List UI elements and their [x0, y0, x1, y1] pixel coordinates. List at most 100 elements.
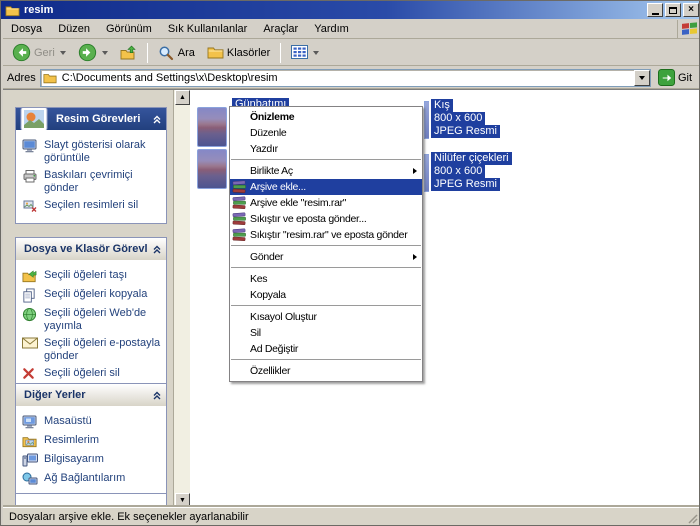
file-name[interactable]: Nilüfer çiçekleri: [431, 152, 512, 165]
context-menu-item-arsive-ekle[interactable]: Arşive ekle...: [230, 179, 422, 195]
toolbar: Geri Ara Klasörler: [3, 40, 699, 66]
menu-item-label: Önizleme: [250, 111, 294, 123]
file-name[interactable]: Kış: [431, 99, 453, 112]
sidebar-item-label: Seçili öğeleri e-postayla gönder: [44, 337, 164, 363]
context-menu-item-kes[interactable]: Kes: [230, 271, 422, 287]
context-menu-item-ad-degistir[interactable]: Ad Değiştir: [230, 341, 422, 357]
menu-item-label: Düzenle: [250, 127, 286, 139]
address-input[interactable]: C:\Documents and Settings\x\Desktop\resi…: [40, 69, 651, 87]
sidebar-item-masaustu[interactable]: Masaüstü: [22, 415, 164, 430]
folders-button[interactable]: Klasörler: [202, 41, 275, 65]
menu-item-label: Ad Değiştir: [250, 343, 298, 355]
close-button[interactable]: ×: [683, 3, 699, 17]
context-menu-item-ozellikler[interactable]: Özellikler: [230, 363, 422, 379]
network-icon: [22, 472, 39, 487]
context-menu-item-birlikte-ac[interactable]: Birlikte Aç: [230, 163, 422, 179]
context-menu-item-yazdir[interactable]: Yazdır: [230, 141, 422, 157]
menu-item-label: Arşive ekle...: [250, 181, 306, 193]
menu-separator: [231, 305, 421, 307]
section-header-resim-gorevleri[interactable]: Resim Görevleri: [16, 108, 166, 130]
file-icon-edge: [424, 154, 429, 192]
sidebar-item-bilgisayarim[interactable]: Bilgisayarım: [22, 453, 164, 468]
forward-dropdown-icon[interactable]: [102, 51, 108, 55]
menu-yardim[interactable]: Yardım: [306, 21, 357, 37]
file-list-area[interactable]: Günbatımı Kış 800 x 600 JPEG Resmi Nilüf…: [190, 90, 699, 508]
search-button[interactable]: Ara: [153, 41, 200, 65]
sidebar-item-ag-baglantilarim[interactable]: Ağ Bağlantılarım: [22, 472, 164, 487]
context-menu-item-sikistir-resim-rar-eposta[interactable]: Sıkıştır "resim.rar" ve eposta gönder: [230, 227, 422, 243]
menu-sik-kullanilanlar[interactable]: Sık Kullanılanlar: [160, 21, 256, 37]
context-menu: Önizleme Düzenle Yazdır Birlikte Aç Arşi…: [229, 106, 423, 382]
context-menu-item-kopyala[interactable]: Kopyala: [230, 287, 422, 303]
menu-duzen[interactable]: Düzen: [50, 21, 98, 37]
context-menu-item-gonder[interactable]: Gönder: [230, 249, 422, 265]
section-header-dosya-klasor[interactable]: Dosya ve Klasör Görevl: [16, 238, 166, 260]
menu-item-label: Birlikte Aç: [250, 165, 293, 177]
copy-icon: [22, 288, 39, 303]
sidebar-item-label: Seçili öğeleri taşı: [44, 269, 127, 284]
my-computer-icon: [22, 453, 39, 468]
chevron-up-icon[interactable]: [152, 244, 162, 254]
forward-icon: [78, 43, 97, 62]
titlebar[interactable]: resim ×: [1, 1, 700, 19]
context-menu-item-kisayol-olustur[interactable]: Kısayol Oluştur: [230, 309, 422, 325]
maximize-button[interactable]: [665, 3, 681, 17]
chevron-up-icon[interactable]: [152, 390, 162, 400]
forward-button[interactable]: [73, 41, 113, 65]
back-button[interactable]: Geri: [7, 41, 71, 65]
minimize-button[interactable]: [647, 3, 663, 17]
scroll-down-button[interactable]: ▼: [175, 493, 190, 508]
sidebar-item-secilen-resimleri-sil[interactable]: Seçilen resimleri sil: [22, 199, 164, 214]
sidebar-item-tasi[interactable]: Seçili öğeleri taşı: [22, 269, 164, 284]
context-menu-item-arsive-ekle-resim-rar[interactable]: Arşive ekle "resim.rar": [230, 195, 422, 211]
sidebar-item-baskilari-gonder[interactable]: Baskıları çevrimiçi gönder: [22, 169, 164, 195]
sidebar-item-label: Baskıları çevrimiçi gönder: [44, 169, 164, 195]
sidebar-scrollbar[interactable]: ▲ ▼: [173, 90, 190, 508]
sidebar-item-slayt-gosterisi[interactable]: Slayt gösterisi olarak görüntüle: [22, 139, 164, 165]
back-icon: [12, 43, 31, 62]
views-dropdown-icon[interactable]: [313, 51, 319, 55]
windows-logo-icon: [677, 20, 699, 38]
go-button[interactable]: Git: [655, 68, 695, 88]
address-dropdown-button[interactable]: [634, 70, 650, 86]
menu-item-label: Sıkıştır "resim.rar" ve eposta gönder: [250, 229, 407, 241]
menu-item-label: Yazdır: [250, 143, 278, 155]
context-menu-item-duzenle[interactable]: Düzenle: [230, 125, 422, 141]
up-button[interactable]: [115, 41, 142, 65]
explorer-window: resim × Dosya Düzen Görünüm Sık Kullanıl…: [0, 0, 700, 526]
sidebar-item-label: Seçili öğeleri kopyala: [44, 288, 147, 303]
context-menu-item-sikistir-eposta[interactable]: Sıkıştır ve eposta gönder...: [230, 211, 422, 227]
back-dropdown-icon[interactable]: [60, 51, 66, 55]
sidebar-item-resimlerim[interactable]: Resimlerim: [22, 434, 164, 449]
menu-dosya[interactable]: Dosya: [3, 21, 50, 37]
context-menu-item-onizleme[interactable]: Önizleme: [230, 109, 422, 125]
my-pictures-icon: [22, 434, 39, 449]
sidebar-item-label: Seçili öğeleri sil: [44, 367, 120, 382]
chevron-up-icon[interactable]: [152, 114, 162, 124]
sidebar-item-sil[interactable]: Seçili öğeleri sil: [22, 367, 164, 382]
slideshow-icon: [22, 139, 39, 154]
file-thumbnail-gunbatimi[interactable]: [197, 107, 227, 147]
menu-araclar[interactable]: Araçlar: [255, 21, 306, 37]
folders-label: Klasörler: [227, 47, 270, 59]
scroll-up-button[interactable]: ▲: [175, 90, 190, 105]
sidebar-item-label: Slayt gösterisi olarak görüntüle: [44, 139, 164, 165]
sidebar-item-kopyala[interactable]: Seçili öğeleri kopyala: [22, 288, 164, 303]
sidebar-item-label: Bilgisayarım: [44, 453, 104, 468]
menu-separator: [231, 359, 421, 361]
menu-item-label: Özellikler: [250, 365, 290, 377]
context-menu-item-sil[interactable]: Sil: [230, 325, 422, 341]
section-header-diger-yerler[interactable]: Diğer Yerler: [16, 384, 166, 406]
folder-icon: [43, 72, 58, 84]
resize-grip[interactable]: [685, 511, 699, 525]
address-label: Adres: [7, 72, 36, 84]
sidebar-item-webde-yayimla[interactable]: Seçili öğeleri Web'de yayımla: [22, 307, 164, 333]
views-button[interactable]: [286, 41, 324, 65]
sidebar-item-epostayla-gonder[interactable]: Seçili öğeleri e-postayla gönder: [22, 337, 164, 363]
file-thumbnail[interactable]: [197, 149, 227, 189]
menu-gorunum[interactable]: Görünüm: [98, 21, 160, 37]
menu-separator: [231, 159, 421, 161]
section-title: Dosya ve Klasör Görevl: [24, 243, 148, 255]
window-controls: ×: [647, 3, 699, 17]
file-type: JPEG Resmi: [431, 178, 500, 191]
